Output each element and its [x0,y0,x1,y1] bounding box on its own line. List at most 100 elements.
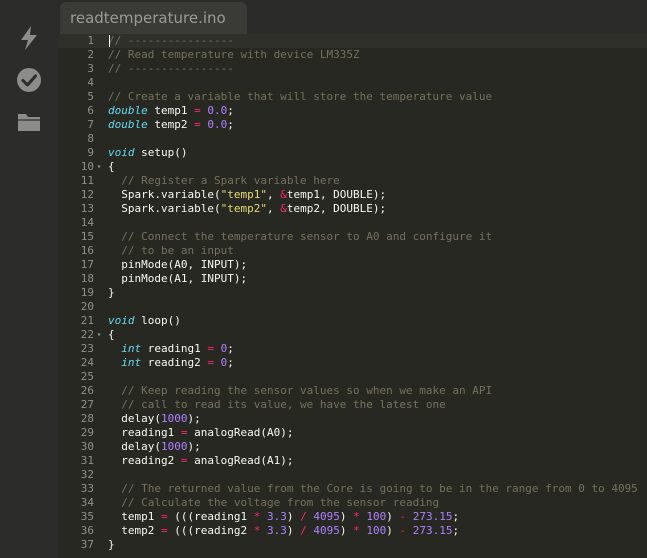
code-line[interactable]: 4 [58,76,647,90]
code-token: } [108,538,115,551]
code-line[interactable]: 13 Spark.variable("temp2", &temp2, DOUBL… [58,202,647,216]
code-text: temp2 = (((reading2 * 3.3) / 4095) * 100… [104,524,459,538]
code-line[interactable]: 24 int reading2 = 0; [58,356,647,370]
line-number: 14 [80,216,94,229]
code-line[interactable]: 31 reading2 = analogRead(A1); [58,454,647,468]
line-number: 34 [80,496,94,509]
line-number: 4 [87,76,94,89]
code-token: ) [286,524,301,537]
code-token: ); [187,412,201,425]
code-line[interactable]: 33 // The returned value from the Core i… [58,482,647,496]
code-line[interactable]: 36 temp2 = (((reading2 * 3.3) / 4095) * … [58,524,647,538]
code-token: setup() [134,146,188,159]
code-line[interactable]: 23 int reading1 = 0; [58,342,647,356]
code-text: // Connect the temperature sensor to A0 … [104,230,492,244]
code-line[interactable]: 10 ▾ { [58,160,647,174]
code-token: , [266,188,281,201]
fold-arrow-icon[interactable]: ▾ [94,328,104,342]
code-line[interactable]: 32 [58,468,647,482]
code-token: // Read temperature with device LM335Z [108,48,360,61]
code-text: { [104,160,115,174]
code-text: Spark.variable("temp2", &temp2, DOUBLE); [104,202,386,216]
code-line[interactable]: 34 // Calculate the voltage from the sen… [58,496,647,510]
line-number: 3 [87,62,94,75]
code-token: = [160,510,168,523]
code-line[interactable]: 7 double temp2 = 0.0; [58,118,647,132]
code-line[interactable]: 22 ▾ { [58,328,647,342]
code-line[interactable]: 2 // Read temperature with device LM335Z [58,48,647,62]
code-line[interactable]: 27 // call to read its value, we have th… [58,398,647,412]
code-text: // Keep reading the sensor values so whe… [104,384,492,398]
code-token: 1000 [160,440,188,453]
code-token: 4095 [313,510,340,523]
line-number: 12 [80,188,94,201]
code-token: temp1 [147,104,195,117]
code-line[interactable]: 19} [58,286,647,300]
tab-readtemperature[interactable]: readtemperature.ino [60,2,247,34]
code-text: pinMode(A0, INPUT); [104,258,247,272]
code-text: temp1 = (((reading1 * 3.3) / 4095) * 100… [104,510,459,524]
line-number: 30 [80,440,94,453]
code-token: 273.15 [412,510,453,523]
folder-icon[interactable] [15,108,43,136]
fold-arrow-icon[interactable]: ▾ [94,160,104,174]
code-line[interactable]: 11 // Register a Spark variable here [58,174,647,188]
code-line[interactable]: 18 pinMode(A1, INPUT); [58,272,647,286]
code-token: analogRead(A0); [187,426,294,439]
code-line[interactable]: 37} [58,538,647,552]
code-line[interactable]: 9 void setup() [58,146,647,160]
code-token: ; [452,524,460,537]
code-token: { [108,328,115,341]
flash-icon[interactable] [15,24,43,52]
code-line[interactable]: 8 [58,132,647,146]
code-line[interactable]: 14 [58,216,647,230]
code-line[interactable]: 1 // ---------------- [58,34,647,48]
code-line[interactable]: 30 delay(1000); [58,440,647,454]
line-number: 37 [80,538,94,551]
code-text: } [104,538,115,552]
code-token: ; [227,342,234,355]
code-token: "temp1" [220,188,267,201]
code-token: // ---------------- [108,62,234,75]
code-text: // Create a variable that will store the… [104,90,492,104]
line-number: 1 [87,34,94,47]
verify-check-icon[interactable] [15,66,43,94]
code-token: = [194,118,201,131]
code-editor[interactable]: 1 // ---------------- 2 // Read temperature… [58,34,647,558]
code-line[interactable]: 26 // Keep reading the sensor values so … [58,384,647,398]
code-line[interactable]: 35 temp1 = (((reading1 * 3.3) / 4095) * … [58,510,647,524]
code-line[interactable]: 16 // to be an input [58,244,647,258]
line-number: 7 [87,118,94,131]
line-number: 27 [80,398,94,411]
code-token: 3.3 [266,524,287,537]
code-token: analogRead(A1); [187,454,294,467]
code-line[interactable]: 17 pinMode(A0, INPUT); [58,258,647,272]
code-token: Spark.variable( [108,202,221,215]
code-token: loop() [134,314,181,327]
code-text: reading1 = analogRead(A0); [104,426,293,440]
code-line[interactable]: 29 reading1 = analogRead(A0); [58,426,647,440]
code-line[interactable]: 6 double temp1 = 0.0; [58,104,647,118]
code-token: "temp2" [220,202,267,215]
code-line[interactable]: 3 // ---------------- [58,62,647,76]
code-token: ); [187,440,201,453]
code-token: reading1 [141,342,208,355]
code-line[interactable]: 20 [58,300,647,314]
code-text: // Calculate the voltage from the sensor… [104,496,439,510]
code-token: Spark.variable( [108,188,221,201]
code-line[interactable]: 15 // Connect the temperature sensor to … [58,230,647,244]
code-line[interactable]: 5 // Create a variable that will store th… [58,90,647,104]
code-token: / [300,510,307,523]
code-token: void [108,146,135,159]
code-line[interactable]: 12 Spark.variable("temp1", &temp1, DOUBL… [58,188,647,202]
code-line[interactable]: 21 void loop() [58,314,647,328]
sidebar [0,0,58,558]
code-token: 0.0 [207,104,228,117]
code-line[interactable]: 28 delay(1000); [58,412,647,426]
code-line[interactable]: 25 [58,370,647,384]
code-token: // Create a variable that will store the… [108,90,493,103]
code-text: void setup() [104,146,187,160]
